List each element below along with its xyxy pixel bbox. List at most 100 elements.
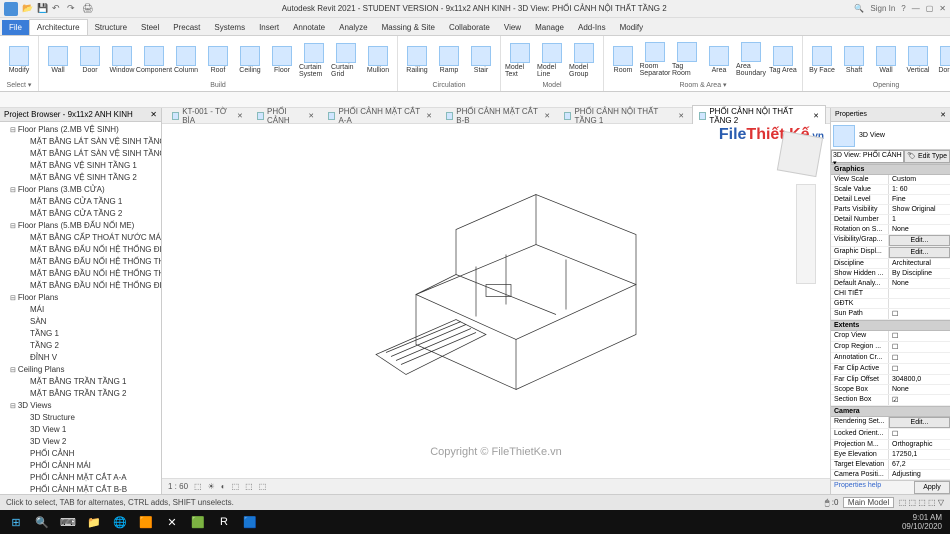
tree-node[interactable]: PHỐI CẢNH MÁI — [0, 460, 161, 472]
prop-section-header[interactable]: Graphics — [831, 164, 950, 175]
tree-node[interactable]: 3D View 1 — [0, 424, 161, 436]
prop-value[interactable]: ☐ — [889, 331, 950, 341]
view-scale[interactable]: 1 : 60 — [168, 482, 188, 491]
qat-redo-icon[interactable]: ↷ — [67, 3, 79, 15]
viewcube[interactable] — [777, 131, 823, 177]
ribbon-btn-tag-room[interactable]: Tag Room — [672, 42, 702, 77]
tree-node[interactable]: Floor Plans (3.MB CỬA) — [0, 184, 161, 196]
ribbon-btn-column[interactable]: Column — [171, 46, 201, 74]
ribbon-btn-door[interactable]: Door — [75, 46, 105, 74]
vc-icon[interactable]: ☀ — [208, 482, 215, 491]
ribbon-tab-steel[interactable]: Steel — [134, 20, 166, 35]
prop-row[interactable]: Parts VisibilityShow Original — [831, 205, 950, 215]
prop-row[interactable]: Rotation on S...None — [831, 225, 950, 235]
ribbon-btn-railing[interactable]: Railing — [402, 46, 432, 74]
tree-node[interactable]: PHỐI CẢNH MẶT CẮT B-B — [0, 484, 161, 494]
taskbar-app-button[interactable]: 🟧 — [134, 512, 158, 532]
prop-value[interactable]: 67,2 — [889, 460, 950, 469]
help-icon[interactable]: ? — [901, 4, 905, 13]
view-tab-close-icon[interactable]: ✕ — [237, 112, 243, 120]
ribbon-tab-structure[interactable]: Structure — [88, 20, 134, 35]
prop-row[interactable]: Scale Value1: 60 — [831, 185, 950, 195]
prop-value[interactable]: 1: 60 — [889, 185, 950, 194]
prop-row[interactable]: Scope BoxNone — [831, 385, 950, 395]
ribbon-tab-file[interactable]: File — [2, 20, 29, 35]
prop-row[interactable]: Target Elevation67,2 — [831, 460, 950, 470]
ribbon-tab-precast[interactable]: Precast — [166, 20, 207, 35]
tree-node[interactable]: MÁI — [0, 304, 161, 316]
prop-row[interactable]: Locked Orient...☐ — [831, 429, 950, 440]
tree-node[interactable]: Ceiling Plans — [0, 364, 161, 376]
tree-node[interactable]: MẶT BẰNG LÁT SÀN VỆ SINH TẦNG 2 — [0, 148, 161, 160]
prop-row[interactable]: Crop Region ...☐ — [831, 342, 950, 353]
ribbon-btn-vertical[interactable]: Vertical — [903, 46, 933, 74]
view-control-bar[interactable]: 1 : 60 ⬚ ☀ ◐ ⬚ ⬚ ⬚ — [162, 478, 830, 494]
prop-value[interactable] — [889, 289, 950, 298]
prop-row[interactable]: Default Analy...None — [831, 279, 950, 289]
prop-value[interactable]: ☐ — [889, 429, 950, 439]
tree-node[interactable]: Floor Plans — [0, 292, 161, 304]
tree-node[interactable]: 3D Structure — [0, 412, 161, 424]
ribbon-tab-collaborate[interactable]: Collaborate — [442, 20, 497, 35]
prop-row[interactable]: GĐTK — [831, 299, 950, 309]
ribbon-btn-curtain-system[interactable]: Curtain System — [299, 43, 329, 78]
tree-node[interactable]: TẦNG 1 — [0, 328, 161, 340]
ribbon-tab-insert[interactable]: Insert — [252, 20, 286, 35]
prop-value[interactable]: ☐ — [889, 353, 950, 363]
ribbon-btn-shaft[interactable]: Shaft — [839, 46, 869, 74]
prop-row[interactable]: Section Box☑ — [831, 395, 950, 406]
tree-node[interactable]: MẶT BẰNG ĐẦU NỐI HỆ THỐNG ĐIỆN — [0, 280, 161, 292]
qat-undo-icon[interactable]: ↶ — [52, 3, 64, 15]
prop-row[interactable]: Projection M...Orthographic — [831, 440, 950, 450]
signin-link[interactable]: Sign In — [870, 4, 895, 13]
taskbar-app-button[interactable]: ⊞ — [4, 512, 28, 532]
view-tab[interactable]: KT-001 - TỜ BÌA✕ — [166, 106, 249, 126]
tree-node[interactable]: PHỐI CẢNH — [0, 448, 161, 460]
ribbon-tab-modify[interactable]: Modify — [613, 20, 651, 35]
minimize-icon[interactable]: — — [912, 4, 920, 13]
view-tab-close-icon[interactable]: ✕ — [813, 112, 819, 120]
close-panel-icon[interactable]: ✕ — [150, 110, 157, 119]
system-tray[interactable]: 9:01 AM 09/10/2020 — [902, 513, 946, 531]
view-tab[interactable]: PHỐI CẢNH MẶT CẮT A-A✕ — [322, 106, 438, 126]
prop-value[interactable]: ☐ — [889, 342, 950, 352]
design-option-combo[interactable]: Main Model — [843, 497, 894, 508]
ribbon-btn-by-face[interactable]: By Face — [807, 46, 837, 74]
tree-node[interactable]: MẶT BẰNG ĐẦU NỐI HỆ THỐNG THÔNG TIN L — [0, 268, 161, 280]
tree-node[interactable]: MẶT BẰNG TRẦN TẦNG 1 — [0, 376, 161, 388]
prop-row[interactable]: Far Clip Active☐ — [831, 364, 950, 375]
ribbon-btn-room[interactable]: Room — [608, 46, 638, 74]
type-selector-block[interactable]: 3D View — [831, 122, 950, 150]
prop-value[interactable]: Adjusting — [889, 470, 950, 479]
vc-icon[interactable]: ⬚ — [194, 482, 202, 491]
ribbon-btn-stair[interactable]: Stair — [466, 46, 496, 74]
taskbar-app-button[interactable]: 🟦 — [238, 512, 262, 532]
prop-value[interactable]: Architectural — [889, 259, 950, 268]
ribbon-btn-tag-area[interactable]: Tag Area — [768, 46, 798, 74]
prop-value[interactable]: None — [889, 225, 950, 234]
tree-node[interactable]: Floor Plans (5.MB ĐẤU NỐI ME) — [0, 220, 161, 232]
prop-value[interactable]: Edit... — [889, 235, 950, 246]
ribbon-tab-add-ins[interactable]: Add-Ins — [571, 20, 613, 35]
prop-row[interactable]: CHI TIẾT — [831, 289, 950, 299]
prop-row[interactable]: DisciplineArchitectural — [831, 259, 950, 269]
prop-value[interactable]: Custom — [889, 175, 950, 184]
view-canvas[interactable]: FileThiết Kế.vn — [162, 124, 830, 478]
prop-row[interactable]: Detail LevelFine — [831, 195, 950, 205]
ribbon-tab-annotate[interactable]: Annotate — [286, 20, 332, 35]
prop-row[interactable]: Eye Elevation17250,1 — [831, 450, 950, 460]
close-panel-icon[interactable]: ✕ — [940, 111, 946, 119]
vc-icon[interactable]: ◐ — [221, 482, 226, 491]
ribbon-btn-wall[interactable]: Wall — [43, 46, 73, 74]
tree-node[interactable]: MẶT BẰNG VỆ SINH TẦNG 1 — [0, 160, 161, 172]
taskbar-app-button[interactable]: 🟩 — [186, 512, 210, 532]
taskbar-app-button[interactable]: ⌨ — [56, 512, 80, 532]
prop-value[interactable]: By Discipline — [889, 269, 950, 278]
taskbar-app-button[interactable]: 🔍 — [30, 512, 54, 532]
prop-value[interactable]: 17250,1 — [889, 450, 950, 459]
tree-node[interactable]: MẶT BẰNG ĐẤU NỐI HỆ THỐNG THOÁT NƯỚC — [0, 256, 161, 268]
view-tab[interactable]: PHỐI CẢNH NỘI THẤT TẦNG 2✕ — [692, 105, 826, 126]
ribbon-btn-model-text[interactable]: Model Text — [505, 43, 535, 78]
properties-grid[interactable]: GraphicsView ScaleCustomScale Value1: 60… — [831, 164, 950, 480]
vc-icon[interactable]: ⬚ — [232, 482, 240, 491]
